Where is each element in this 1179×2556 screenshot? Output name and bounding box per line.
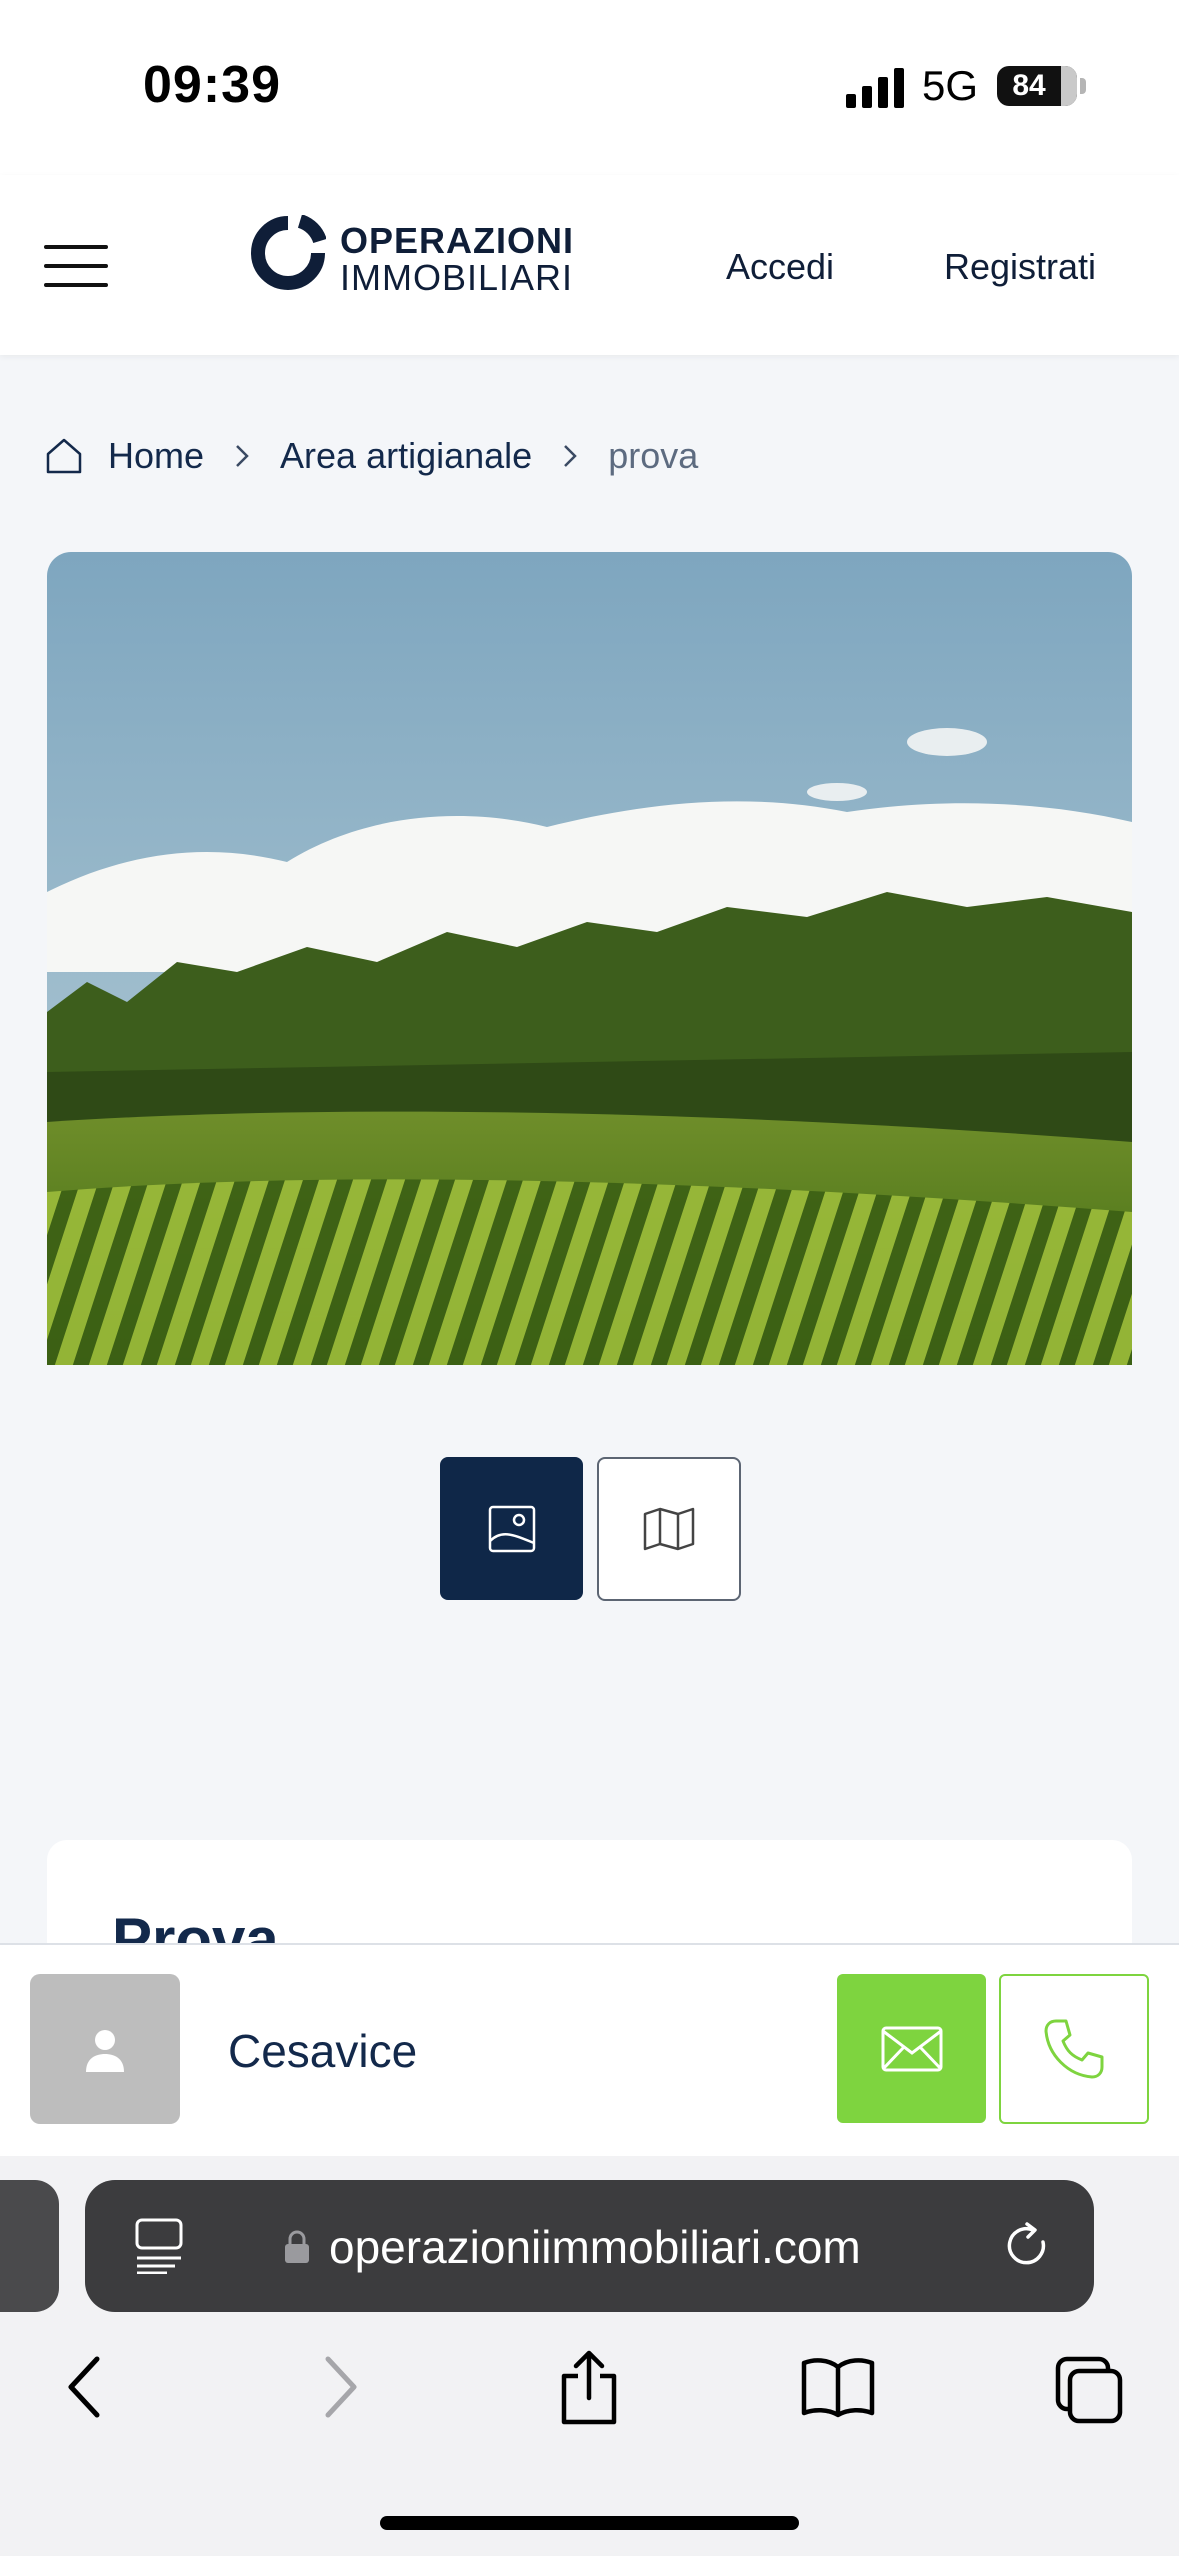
person-icon (86, 2030, 124, 2072)
breadcrumb-home[interactable]: Home (108, 435, 204, 477)
listing-photo[interactable] (47, 552, 1132, 1365)
battery-level: 84 (1012, 69, 1046, 102)
previous-tab-peek[interactable] (0, 2180, 59, 2312)
home-icon[interactable] (44, 436, 84, 476)
map-view-button[interactable] (597, 1457, 741, 1601)
menu-icon[interactable] (44, 245, 108, 287)
back-icon[interactable] (65, 2355, 105, 2419)
agent-name: Cesavice (228, 2025, 418, 2077)
breadcrumb-current: prova (608, 435, 699, 476)
breadcrumb: Home Area artigianale prova (44, 431, 698, 481)
avatar (30, 1974, 180, 2124)
url-text: operazioniimmobiliari.com (329, 2221, 861, 2273)
register-link[interactable]: Registrati (944, 246, 1096, 288)
forward-icon (325, 2356, 357, 2418)
bookmarks-icon[interactable] (800, 2355, 876, 2419)
share-icon[interactable] (558, 2350, 620, 2426)
logo-mark-icon (251, 215, 326, 290)
battery-nub (1080, 78, 1086, 94)
battery-icon: 84 (997, 66, 1077, 106)
tabs-icon[interactable] (1054, 2355, 1124, 2425)
breadcrumb-category[interactable]: Area artigianale (280, 435, 532, 477)
chevron-right-icon (236, 445, 249, 467)
mail-icon (881, 2026, 942, 2071)
reader-icon[interactable] (135, 2218, 185, 2274)
chevron-right-icon (564, 445, 577, 467)
status-time: 09:39 (143, 56, 281, 114)
image-icon (488, 1505, 535, 1552)
phone-icon (1044, 2019, 1104, 2079)
reload-icon[interactable] (1003, 2220, 1053, 2272)
photo-view-button[interactable] (440, 1457, 583, 1600)
battery-empty-portion (1061, 66, 1077, 106)
lock-icon (285, 2230, 309, 2263)
signal-icon (846, 68, 904, 108)
network-type: 5G (922, 62, 979, 109)
call-agent-button[interactable] (999, 1974, 1149, 2124)
map-icon (643, 1507, 695, 1551)
logo-text-bottom: IMMOBILIARI (340, 257, 574, 298)
login-link[interactable]: Accedi (726, 246, 834, 288)
home-indicator (380, 2516, 799, 2530)
email-agent-button[interactable] (837, 1974, 986, 2123)
logo-text-top: OPERAZIONI (340, 220, 575, 261)
